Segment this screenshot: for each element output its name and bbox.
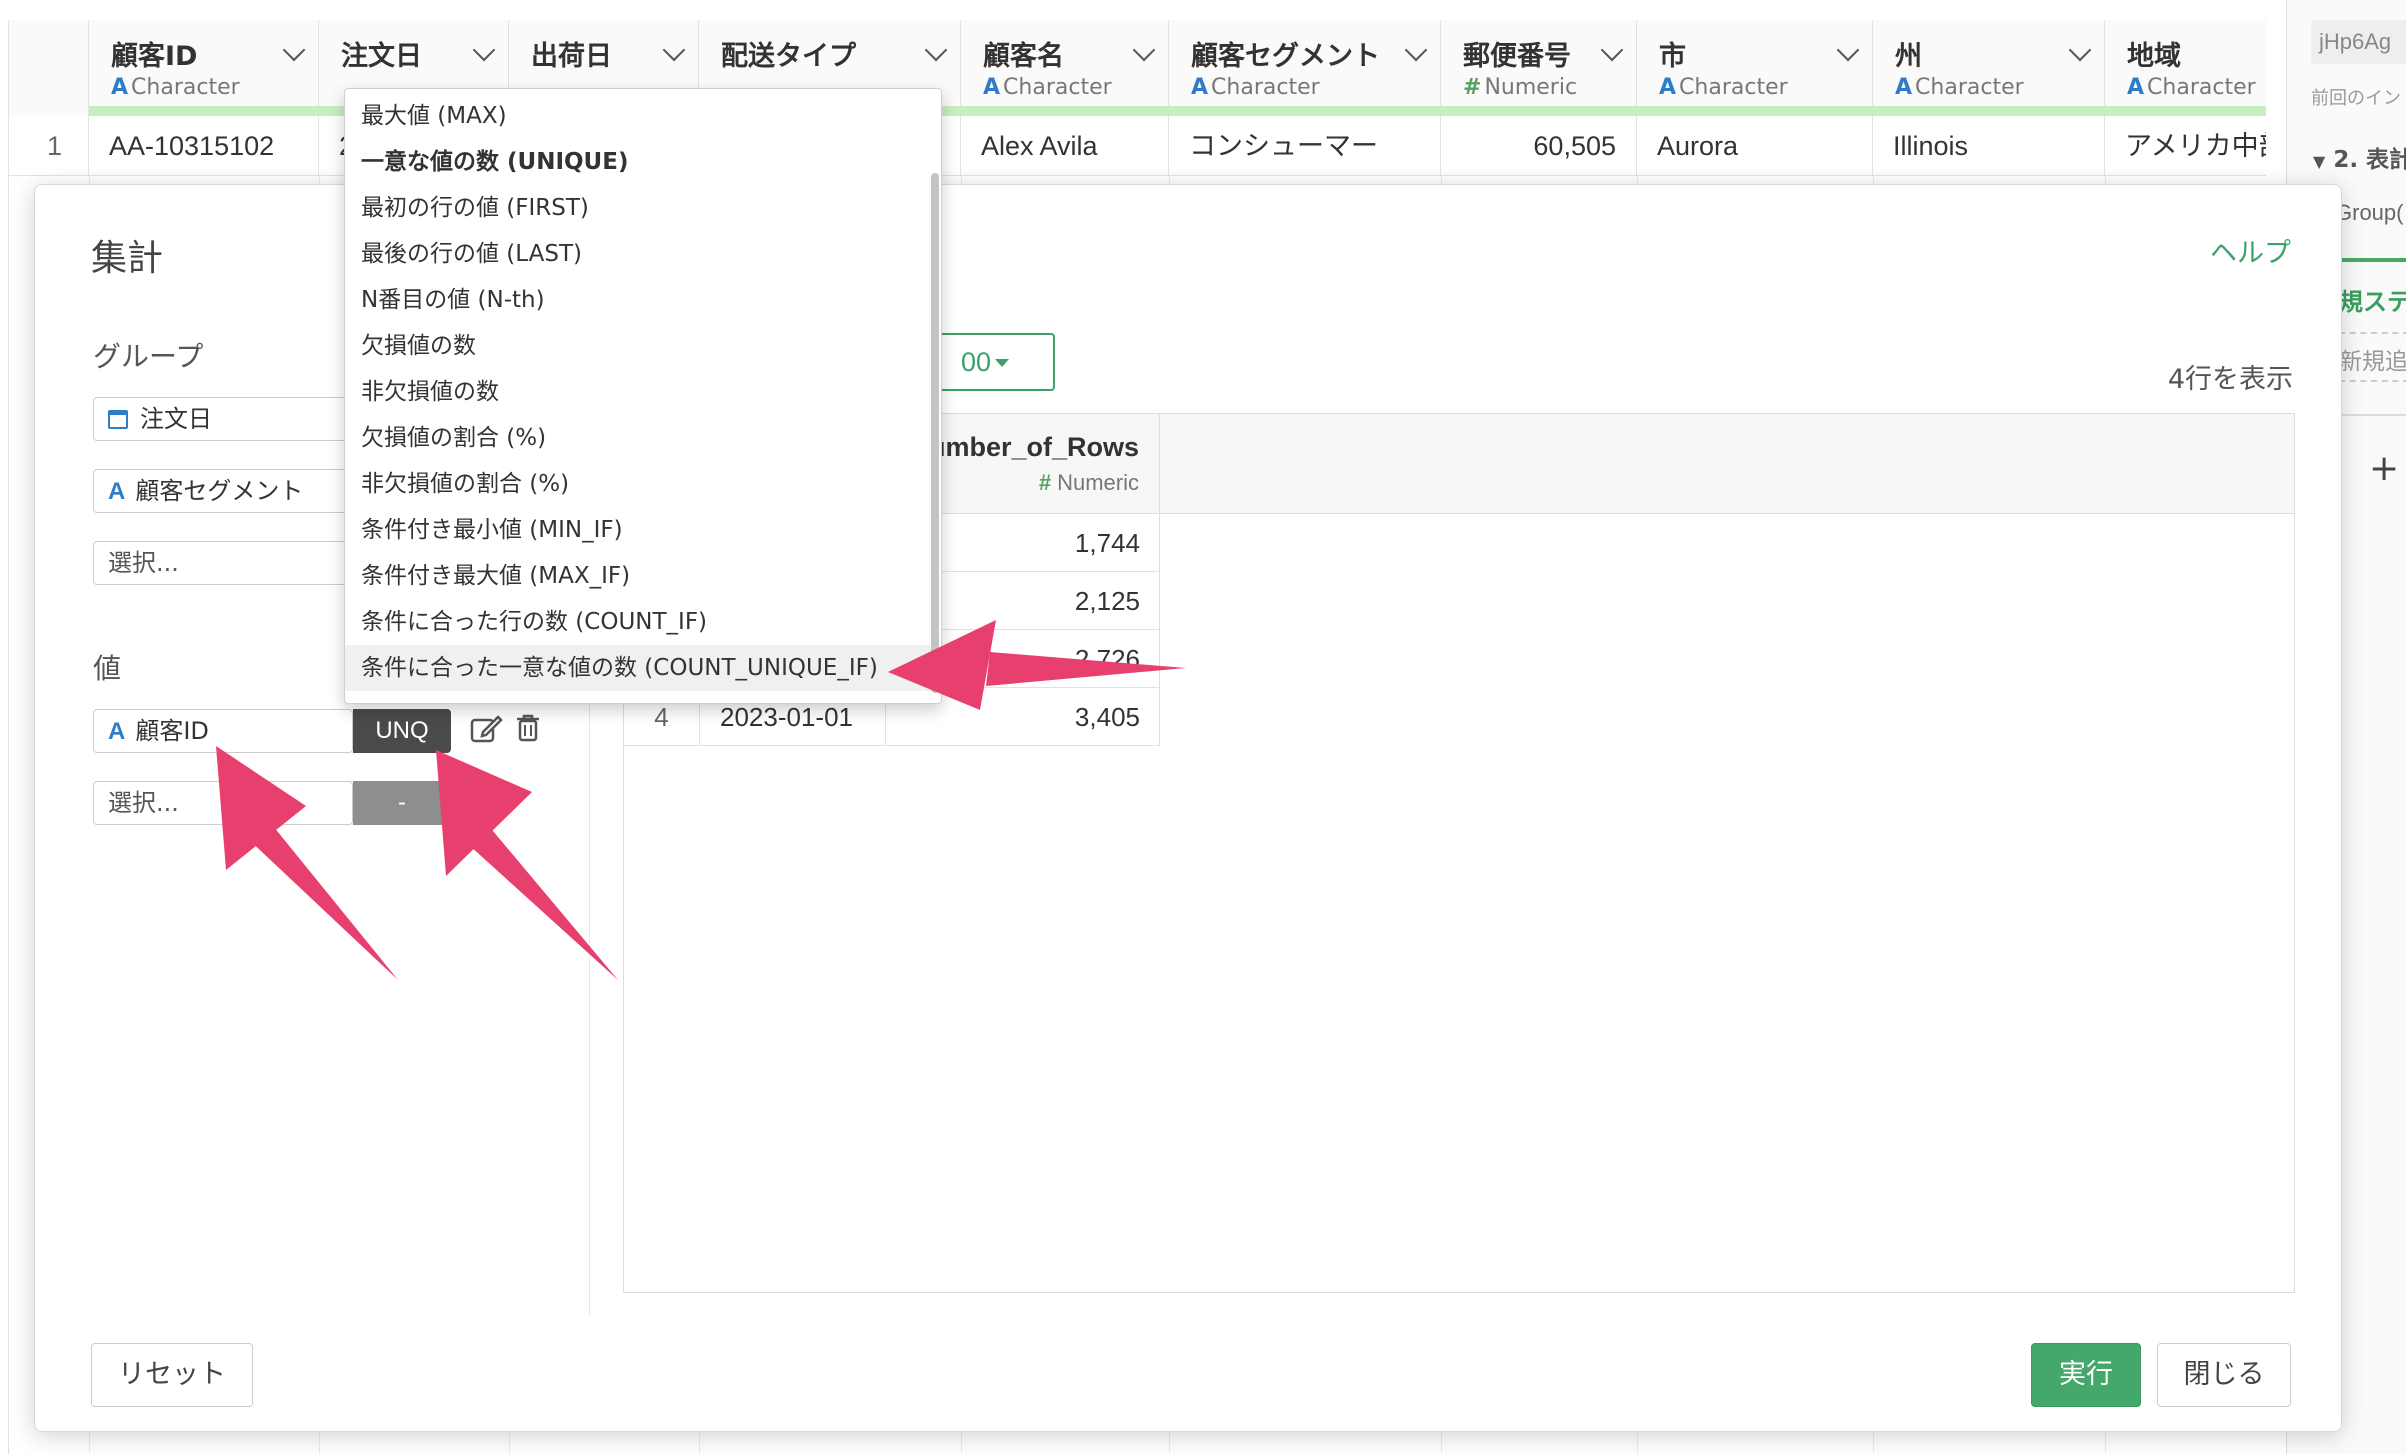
table-cell[interactable]: コンシューマー: [1169, 116, 1441, 176]
menu-item-nth[interactable]: N番目の値 (N-th): [345, 277, 931, 323]
menu-item-missing-count[interactable]: 欠損値の数: [345, 323, 931, 369]
menu-item-count-if[interactable]: 条件に合った行の数 (COUNT_IF): [345, 599, 931, 645]
numeric-type-icon: #: [1463, 75, 1482, 100]
character-type-icon: A: [1895, 75, 1913, 100]
group-section-label: グループ: [93, 340, 204, 373]
aggregation-function-menu: 最大値 (MAX) 一意な値の数 (UNIQUE) 最初の行の値 (FIRST)…: [344, 88, 942, 704]
column-name: 注文日: [341, 41, 422, 72]
column-type: A Character: [1659, 75, 1788, 100]
column-type: # Numeric: [1463, 75, 1578, 100]
chevron-down-icon[interactable]: [1600, 38, 1624, 62]
character-type-icon: A: [1191, 75, 1209, 100]
column-type: A Character: [1895, 75, 2024, 100]
chevron-down-icon[interactable]: [1836, 38, 1860, 62]
column-name: 郵便番号: [1463, 41, 1571, 72]
chevron-down-icon[interactable]: [282, 38, 306, 62]
table-cell[interactable]: Aurora: [1637, 116, 1873, 176]
menu-item-last[interactable]: 最後の行の値 (LAST): [345, 231, 931, 277]
chevron-down-icon[interactable]: [1404, 38, 1428, 62]
menu-item-max-if[interactable]: 条件付き最大値 (MAX_IF): [345, 553, 931, 599]
chevron-down-icon[interactable]: [472, 38, 496, 62]
table-cell[interactable]: Alex Avila: [961, 116, 1169, 176]
numeric-type-icon: #: [1038, 470, 1052, 495]
character-type-icon: A: [108, 718, 126, 745]
run-button[interactable]: 実行: [2031, 1343, 2141, 1407]
row-index: 1: [9, 116, 89, 176]
column-name: 顧客セグメント: [1191, 41, 1380, 72]
column-header-region[interactable]: 地域 A Character: [2105, 20, 2266, 116]
table-cell[interactable]: 60,505: [1441, 116, 1637, 176]
column-type: A Character: [2127, 75, 2256, 100]
caret-down-icon: [995, 359, 1010, 367]
character-type-icon: A: [2127, 75, 2145, 100]
dialog-title: 集計: [91, 238, 164, 279]
add-new-label[interactable]: 新規追: [2339, 342, 2406, 376]
active-step-indicator: [2339, 258, 2406, 262]
column-header-city[interactable]: 市 A Character: [1637, 20, 1873, 116]
menu-item-non-missing-ratio[interactable]: 非欠損値の割合 (%): [345, 461, 931, 507]
row-limit-dropdown[interactable]: 00: [925, 333, 1055, 391]
value-field-customer-id[interactable]: A 顧客ID: [93, 709, 353, 753]
menu-item-first[interactable]: 最初の行の値 (FIRST): [345, 185, 931, 231]
plus-icon[interactable]: +: [2369, 448, 2399, 489]
previous-import-label: 前回のイン: [2311, 88, 2401, 109]
value-field-select[interactable]: 選択...: [93, 781, 353, 825]
column-name: umber_of_Rows: [928, 432, 1139, 462]
table-cell[interactable]: AA-10315102: [89, 116, 319, 176]
column-name: 配送タイプ: [721, 41, 856, 72]
menu-item-unique[interactable]: 一意な値の数 (UNIQUE): [345, 139, 931, 185]
column-name: 顧客ID: [111, 41, 198, 72]
aggregation-function-button[interactable]: UNQ: [353, 709, 451, 753]
trash-icon[interactable]: [515, 713, 541, 743]
column-type: # Numeric: [1038, 470, 1139, 495]
help-link[interactable]: ヘルプ: [2210, 231, 2291, 270]
divider: [2339, 414, 2406, 416]
step-header[interactable]: ▼ 2. 表計: [2313, 140, 2406, 174]
step-group-label: Group(: [2335, 200, 2404, 225]
chevron-down-icon[interactable]: [1132, 38, 1156, 62]
column-header-state[interactable]: 州 A Character: [1873, 20, 2105, 116]
column-name: 出荷日: [531, 41, 612, 72]
character-type-icon: A: [983, 75, 1001, 100]
column-name: 顧客名: [983, 41, 1064, 72]
column-name: 市: [1659, 41, 1686, 72]
menu-item-min-if[interactable]: 条件付き最小値 (MIN_IF): [345, 507, 931, 553]
chevron-down-icon[interactable]: [662, 38, 686, 62]
divider: [2339, 332, 2406, 334]
column-type: A Character: [111, 75, 240, 100]
column-header-customer-segment[interactable]: 顧客セグメント A Character: [1169, 20, 1441, 116]
character-type-icon: A: [108, 478, 126, 505]
menu-scrollbar[interactable]: [931, 173, 939, 693]
column-header-customer-name[interactable]: 顧客名 A Character: [961, 20, 1169, 116]
column-type: A Character: [1191, 75, 1320, 100]
row-count-label: 4行を表示: [2167, 364, 2293, 395]
edit-icon[interactable]: [469, 713, 503, 745]
column-header-postal-code[interactable]: 郵便番号 # Numeric: [1441, 20, 1637, 116]
caret-down-icon: ▼: [2313, 152, 2326, 171]
menu-item-max[interactable]: 最大値 (MAX): [345, 93, 931, 139]
column-type: A Character: [983, 75, 1112, 100]
divider: [2339, 380, 2406, 382]
table-cell[interactable]: Illinois: [1873, 116, 2105, 176]
column-name: 地域: [2127, 41, 2181, 72]
reset-button[interactable]: リセット: [91, 1343, 253, 1407]
menu-item-missing-ratio[interactable]: 欠損値の割合 (%): [345, 415, 931, 461]
menu-item-count-unique-if[interactable]: 条件に合った一意な値の数 (COUNT_UNIQUE_IF): [345, 645, 931, 691]
character-type-icon: A: [111, 75, 129, 100]
table-cell[interactable]: アメリカ中部: [2105, 116, 2266, 176]
aggregation-function-button-empty[interactable]: -: [353, 781, 451, 825]
calendar-icon: [108, 410, 128, 429]
close-button[interactable]: 閉じる: [2157, 1343, 2291, 1407]
value-section-label: 値: [93, 652, 122, 685]
dataframe-id[interactable]: jHp6Ag: [2311, 20, 2406, 64]
row-index-header: [9, 20, 89, 116]
new-step-label[interactable]: 規ステ: [2339, 282, 2406, 317]
chevron-down-icon[interactable]: [2068, 38, 2092, 62]
chevron-down-icon[interactable]: [924, 38, 948, 62]
character-type-icon: A: [1659, 75, 1677, 100]
column-name: 州: [1895, 41, 1922, 72]
column-header-customer-id[interactable]: 顧客ID A Character: [89, 20, 319, 116]
menu-item-non-missing-count[interactable]: 非欠損値の数: [345, 369, 931, 415]
